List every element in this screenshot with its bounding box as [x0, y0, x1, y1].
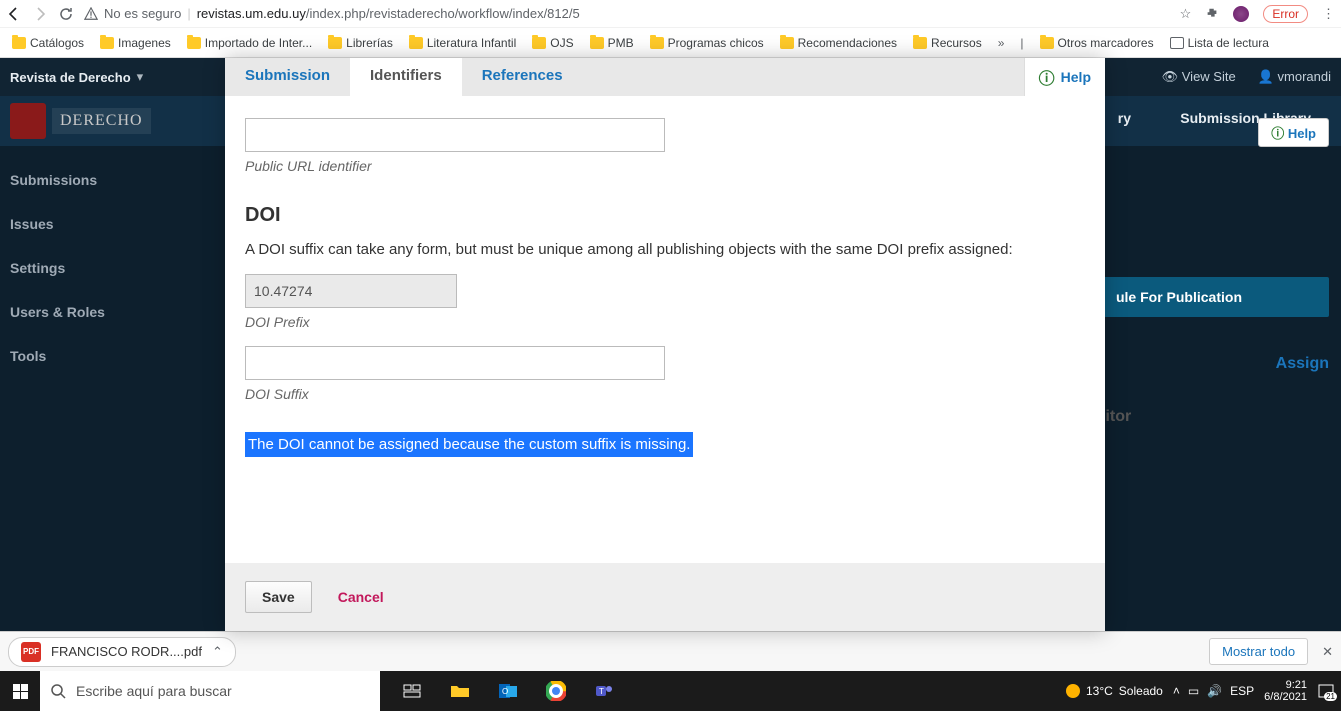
folder-icon	[590, 37, 604, 49]
folder-icon	[1040, 37, 1054, 49]
user-menu[interactable]: 👤 vmorandi	[1258, 69, 1331, 85]
tray-chevron-up-icon[interactable]: ˄	[1173, 684, 1180, 698]
cancel-link[interactable]: Cancel	[338, 589, 384, 605]
folder-icon	[328, 37, 342, 49]
close-shelf-icon[interactable]: ✕	[1322, 644, 1333, 660]
folder-icon	[100, 37, 114, 49]
bookmark-item[interactable]: PMB	[584, 32, 640, 54]
forward-button[interactable]	[32, 6, 48, 22]
modal-help-link[interactable]: ⓘHelp	[1024, 58, 1105, 96]
tab-references[interactable]: References	[462, 58, 583, 96]
tab-identifiers[interactable]: Identifiers	[350, 58, 462, 96]
pdf-icon: PDF	[21, 642, 41, 662]
reading-list-icon	[1170, 37, 1184, 49]
public-url-input[interactable]	[245, 118, 665, 152]
search-icon	[50, 683, 66, 699]
assign-link[interactable]: Assign	[1276, 355, 1329, 373]
folder-icon	[532, 37, 546, 49]
download-shelf: PDF FRANCISCO RODR....pdf ⌃ Mostrar todo…	[0, 631, 1341, 671]
back-button[interactable]	[6, 6, 22, 22]
journal-brand[interactable]: Revista de Derecho	[10, 70, 131, 85]
chrome-icon[interactable]	[534, 671, 578, 711]
bookmark-item[interactable]: Literatura Infantil	[403, 32, 522, 54]
view-site-link[interactable]: 👁 View Site	[1162, 69, 1236, 85]
doi-heading: DOI	[245, 204, 1085, 227]
bookmark-item[interactable]: Librerías	[322, 32, 399, 54]
taskbar-search[interactable]: Escribe aquí para buscar	[40, 671, 380, 711]
doi-suffix-input[interactable]	[245, 346, 665, 380]
bookmark-item[interactable]: OJS	[526, 32, 579, 54]
reload-button[interactable]	[58, 6, 74, 22]
ojs-backdrop: Revista de Derecho ▾ 👁 View Site 👤 vmora…	[0, 58, 1341, 631]
sun-icon	[1066, 684, 1080, 698]
not-secure-icon	[84, 7, 98, 21]
clock[interactable]: 9:21 6/8/2021	[1264, 679, 1307, 703]
nav-issues[interactable]: Issues	[0, 202, 200, 246]
download-filename: FRANCISCO RODR....pdf	[51, 644, 202, 659]
side-nav: Submissions Issues Settings Users & Role…	[0, 148, 200, 388]
nav-tools[interactable]: Tools	[0, 334, 200, 378]
windows-taskbar: Escribe aquí para buscar O T 13°C Solead…	[0, 671, 1341, 711]
outlook-icon[interactable]: O	[486, 671, 530, 711]
modal-tabs: Submission Identifiers References ⓘHelp	[225, 58, 1105, 96]
folder-icon	[12, 37, 26, 49]
info-icon: ⓘ	[1039, 65, 1055, 89]
info-icon: ⓘ	[1271, 126, 1284, 141]
nav-settings[interactable]: Settings	[0, 246, 200, 290]
download-chip[interactable]: PDF FRANCISCO RODR....pdf ⌃	[8, 637, 236, 667]
notifications-icon[interactable]: 21	[1317, 683, 1335, 699]
svg-text:O: O	[502, 687, 508, 696]
chrome-menu-icon[interactable]: ⋮	[1322, 6, 1335, 22]
bookmark-item[interactable]: Recomendaciones	[774, 32, 903, 54]
bookmark-item[interactable]: Recursos	[907, 32, 988, 54]
logo-badge-icon	[10, 103, 46, 139]
doi-prefix-input	[245, 274, 457, 308]
folder-icon	[650, 37, 664, 49]
folder-icon	[409, 37, 423, 49]
show-all-downloads-button[interactable]: Mostrar todo	[1209, 638, 1308, 665]
bookmark-star-icon[interactable]: ☆	[1180, 6, 1192, 22]
folder-icon	[187, 37, 201, 49]
save-button[interactable]: Save	[245, 581, 312, 613]
start-button[interactable]	[0, 671, 40, 711]
tab-submission[interactable]: Submission	[225, 58, 350, 96]
doi-prefix-label: DOI Prefix	[245, 314, 1085, 330]
task-view-icon[interactable]	[390, 671, 434, 711]
help-pill-bg[interactable]: ⓘ Help	[1258, 118, 1329, 147]
journal-logo[interactable]: DERECHO	[10, 103, 151, 139]
file-explorer-icon[interactable]	[438, 671, 482, 711]
bookmarks-overflow[interactable]: »	[998, 36, 1005, 50]
windows-icon	[13, 684, 28, 699]
browser-toolbar: No es seguro | revistas.um.edu.uy/index.…	[0, 0, 1341, 28]
bookmark-item[interactable]: Catálogos	[6, 32, 90, 54]
error-chip[interactable]: Error	[1263, 5, 1308, 23]
chevron-down-icon: ▾	[137, 69, 144, 85]
volume-icon[interactable]: 🔊	[1207, 684, 1222, 698]
address-bar[interactable]: No es seguro | revistas.um.edu.uy/index.…	[84, 6, 1170, 21]
weather-widget[interactable]: 13°C Soleado	[1066, 684, 1163, 698]
folder-icon	[780, 37, 794, 49]
svg-text:T: T	[599, 687, 604, 696]
teams-icon[interactable]: T	[582, 671, 626, 711]
chevron-up-icon[interactable]: ⌃	[212, 644, 223, 660]
nav-users-roles[interactable]: Users & Roles	[0, 290, 200, 334]
bookmark-item[interactable]: Programas chicos	[644, 32, 770, 54]
public-url-label: Public URL identifier	[245, 158, 1085, 174]
language-indicator[interactable]: ESP	[1230, 684, 1254, 698]
doi-description: A DOI suffix can take any form, but must…	[245, 241, 1085, 258]
identifiers-modal: Submission Identifiers References ⓘHelp …	[225, 58, 1105, 631]
security-label: No es seguro	[104, 6, 181, 21]
extension-purple-icon[interactable]	[1233, 6, 1249, 22]
doi-error-message: The DOI cannot be assigned because the c…	[245, 432, 693, 457]
nav-submissions[interactable]: Submissions	[0, 158, 200, 202]
doi-suffix-label: DOI Suffix	[245, 386, 1085, 402]
bookmarks-bar: Catálogos Imagenes Importado de Inter...…	[0, 28, 1341, 58]
other-bookmarks[interactable]: Otros marcadores	[1034, 32, 1160, 54]
extensions-icon[interactable]	[1205, 7, 1219, 21]
folder-icon	[913, 37, 927, 49]
bookmark-item[interactable]: Imagenes	[94, 32, 177, 54]
bookmark-item[interactable]: Importado de Inter...	[181, 32, 318, 54]
reading-list[interactable]: Lista de lectura	[1164, 32, 1275, 54]
network-icon[interactable]: ▭	[1188, 684, 1199, 698]
